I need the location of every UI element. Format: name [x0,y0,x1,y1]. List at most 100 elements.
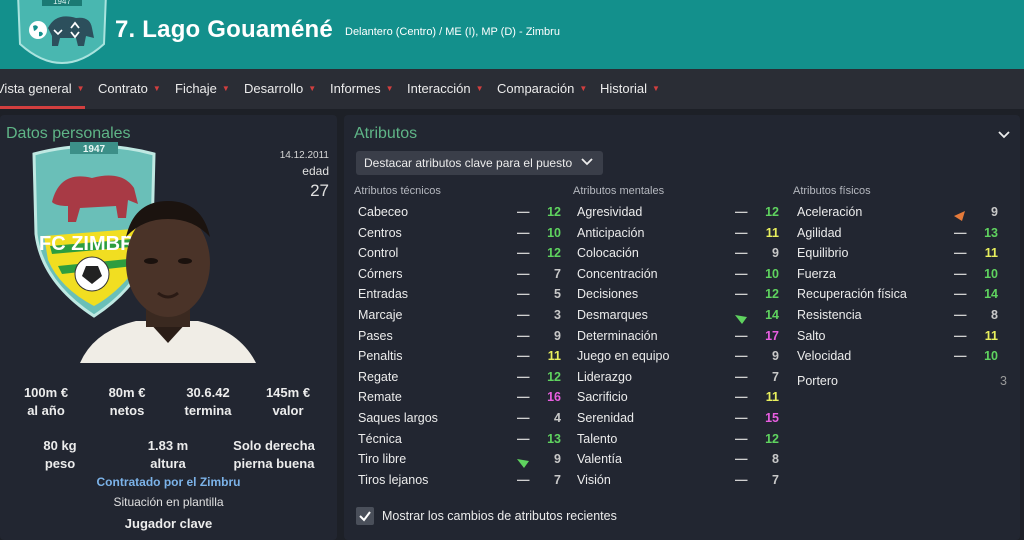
attribute-row: Penaltis — 11 [358,346,568,366]
stat-value: 145m € valor [248,384,328,420]
attribute-row: Resistencia — 8 [797,305,1007,325]
player-photo [80,201,256,363]
attribute-row: Desmarques 14 [577,305,787,325]
birth-date: 14.12.2011 [279,150,329,161]
chevron-down-icon[interactable] [998,127,1010,145]
player-header: 1947 7. Lago Gouaméné Delantero (Centro)… [0,0,1024,69]
contracted-by-link[interactable]: Contratado por el Zimbru [0,475,337,489]
no-change-dash: — [517,205,530,219]
no-change-dash: — [735,349,748,364]
weight-value: 80 kg [43,438,77,453]
attribute-name: Valentía [577,452,622,467]
attribute-row: Técnica — 13 [358,429,568,449]
attribute-name: Juego en equipo [577,349,670,364]
tab-label: Vista general [0,81,72,96]
attribute-row: Remate — 16 [358,387,568,407]
no-change-dash: — [954,349,967,364]
attribute-row: Colocación — 9 [577,243,787,263]
tab-contrato[interactable]: Contrato ▼ [98,69,161,109]
tab-label: Fichaje [175,81,217,96]
tab-label: Contrato [98,81,148,96]
tab-historial[interactable]: Historial ▼ [600,69,660,109]
attribute-name: Remate [358,390,402,405]
attribute-name: Aceleración [797,205,863,219]
contract-end-value: 30.6.42 [186,385,230,400]
attribute-name: Recuperación física [797,287,907,302]
chevron-down-icon: ▼ [579,84,588,93]
attribute-value: 15 [765,411,779,425]
tab-comparacion[interactable]: Comparación ▼ [497,69,587,109]
attribute-name: Concentración [577,266,658,281]
attribute-name: Resistencia [797,308,862,322]
technical-header: Atributos técnicos [354,185,441,197]
attribute-value: 9 [554,328,561,343]
attribute-name: Regate [358,369,399,384]
tab-vista-general[interactable]: Vista general ▼ [0,69,85,109]
attribute-value: 10 [765,266,779,281]
tab-desarrollo[interactable]: Desarrollo ▼ [244,69,316,109]
no-change-dash: — [517,369,530,384]
wage-label: al año [27,403,65,418]
attribute-value: 4 [554,411,561,425]
attribute-value: 9 [554,452,561,467]
attribute-name: Talento [577,431,618,446]
attribute-value: 11 [765,390,779,405]
chevron-down-icon[interactable] [53,24,63,42]
attribute-value: 10 [984,349,998,364]
stat-weight: 80 kg peso [20,437,100,473]
chevron-down-icon [581,152,593,176]
crest-year-small: 1947 [53,0,71,6]
attribute-value: 3 [1000,374,1007,388]
show-recent-changes-label: Mostrar los cambios de atributos recient… [382,509,617,523]
globe-icon[interactable] [28,20,48,45]
attribute-name: Tiros lejanos [358,472,429,487]
no-change-dash: — [517,411,530,425]
attribute-value: 17 [765,328,779,343]
stat-height: 1.83 m altura [128,437,208,473]
show-recent-changes-checkbox[interactable] [356,507,374,525]
tab-label: Desarrollo [244,81,304,96]
attribute-name: Pases [358,328,393,343]
contract-end-label: termina [184,403,232,418]
tab-interaccion[interactable]: Interacción ▼ [407,69,484,109]
attribute-value: 10 [547,225,561,240]
highlight-key-attributes-dropdown[interactable]: Destacar atributos clave para el puesto [356,151,603,175]
attribute-name: Entradas [358,287,409,302]
player-name: 7. Lago Gouaméné [115,16,333,43]
foot-label: pierna buena [233,456,315,471]
attribute-row: Pases — 9 [358,326,568,346]
attribute-value: 12 [547,205,561,219]
attribute-value: 7 [554,472,561,487]
attribute-row: Tiros lejanos — 7 [358,470,568,490]
no-change-dash: — [517,472,530,487]
tab-informes[interactable]: Informes ▼ [330,69,394,109]
no-change-dash: — [735,411,748,425]
no-change-dash: — [735,369,748,384]
no-change-dash: — [517,328,530,343]
market-value: 145m € [265,385,311,400]
tab-fichaje[interactable]: Fichaje ▼ [175,69,230,109]
no-change-dash: — [735,328,748,343]
header-icons [28,20,82,45]
attribute-name: Cabeceo [358,205,409,219]
attribute-value: 11 [547,349,561,364]
attribute-row: Salto — 11 [797,326,1007,346]
attribute-row: Córners — 7 [358,264,568,284]
attribute-name: Agresividad [577,205,643,219]
net-value: 80m € [108,385,146,400]
stat-foot: Solo derecha pierna buena [224,437,324,473]
squad-status-value: Jugador clave [124,516,213,531]
attribute-row: Saques largos — 4 [358,408,568,428]
sort-arrows-icon[interactable] [68,20,82,45]
attributes-panel: Atributos Destacar atributos clave para … [344,115,1020,540]
foot-value: Solo derecha [233,438,315,453]
attribute-row: Decisiones — 12 [577,284,787,304]
attribute-row: Visión — 7 [577,470,787,490]
no-change-dash: — [735,431,748,446]
attribute-row: Anticipación — 11 [577,223,787,243]
attribute-name: Velocidad [797,349,852,364]
stat-contract-end: 30.6.42 termina [168,384,248,420]
attribute-name: Liderazgo [577,369,632,384]
check-icon [359,511,371,522]
attribute-name: Fuerza [797,266,836,281]
